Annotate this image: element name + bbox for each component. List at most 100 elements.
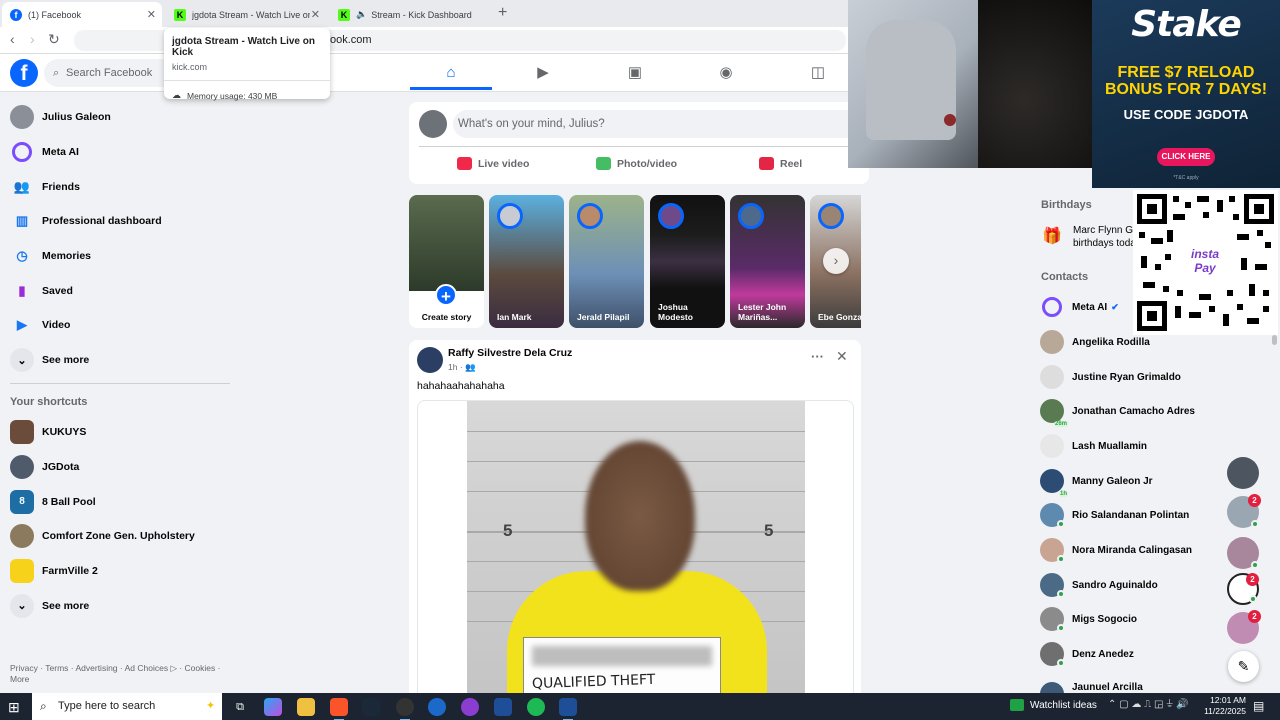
forward-icon[interactable]: ›: [30, 31, 35, 47]
new-message-icon[interactable]: ✎: [1228, 651, 1259, 682]
sidebar-item-video[interactable]: ▶ Video: [0, 308, 240, 343]
marketplace-icon[interactable]: ▣: [624, 62, 646, 84]
close-icon[interactable]: ✕: [147, 8, 156, 21]
contact-name: Sandro Aguinaldo: [1072, 579, 1158, 591]
contact-name: Manny Galeon Jr: [1072, 475, 1153, 487]
chevron-right-icon[interactable]: ›: [823, 248, 849, 274]
avatar[interactable]: [419, 110, 447, 138]
post-image[interactable]: 5 5 QUALIFIED THEFT: [417, 400, 854, 700]
create-story-card[interactable]: + Create story: [409, 195, 484, 328]
vscode-icon[interactable]: [559, 698, 577, 720]
sidebar-item-friends[interactable]: 👥 Friends: [0, 169, 240, 204]
taskbar-clock[interactable]: 12:01 AM 11/22/2025: [1198, 695, 1246, 717]
placard-text: QUALIFIED THEFT: [531, 671, 656, 693]
app-icon[interactable]: [428, 698, 446, 716]
photo-video-button[interactable]: Photo/video: [596, 157, 677, 170]
stake-ad: Stake FREE $7 RELOAD BONUS FOR 7 DAYS! U…: [1092, 0, 1280, 188]
sidebar-item-profile[interactable]: Julius Galeon: [0, 100, 240, 135]
app-icon[interactable]: [461, 698, 479, 716]
shortcut-item[interactable]: Comfort Zone Gen. Upholstery: [0, 519, 240, 554]
whats-on-your-mind-input[interactable]: What's on your mind, Julius?: [453, 110, 863, 138]
instapay-logo: insta Pay: [1179, 240, 1231, 284]
home-icon[interactable]: ⌂: [440, 62, 462, 84]
obs-icon[interactable]: [396, 698, 414, 720]
copilot-icon[interactable]: [264, 698, 282, 716]
taskbar-search-input[interactable]: ⌕ Type here to search ✦: [32, 693, 222, 720]
sidebar-item-dashboard[interactable]: ▥ Professional dashboard: [0, 204, 240, 239]
post-author[interactable]: Raffy Silvestre Dela Cruz: [448, 347, 572, 359]
spotify-icon[interactable]: [527, 698, 545, 716]
divider: [10, 383, 230, 384]
contact-item[interactable]: Justine Ryan Grimaldo: [1040, 360, 1270, 395]
sidebar-item-saved[interactable]: ▮ Saved: [0, 273, 240, 308]
steam-icon[interactable]: [362, 698, 380, 716]
live-video-button[interactable]: Live video: [457, 157, 529, 170]
brave-browser-icon[interactable]: [330, 698, 348, 720]
vscode-icon[interactable]: [494, 698, 512, 716]
kick-icon: K: [174, 8, 186, 21]
chat-head[interactable]: 2: [1227, 494, 1261, 528]
sidebar-item-memories[interactable]: ◷ Memories: [0, 239, 240, 274]
shortcut-item[interactable]: FarmVille 2: [0, 554, 240, 589]
chat-head[interactable]: [1227, 537, 1259, 569]
farmville-icon: [10, 559, 34, 584]
groups-icon[interactable]: ◉: [715, 62, 737, 84]
tab-facebook[interactable]: f (1) Facebook ✕: [2, 2, 162, 27]
feed-post: Raffy Silvestre Dela Cruz 1h · 👥 ··· ✕ h…: [409, 340, 861, 700]
close-icon[interactable]: ✕: [836, 348, 848, 365]
online-indicator: [1057, 590, 1065, 599]
avatar[interactable]: [417, 347, 443, 373]
tab-jgdota-stream[interactable]: K jgdota Stream - Watch Live on K ✕: [166, 2, 326, 27]
windows-start-icon[interactable]: ⊞: [8, 699, 20, 716]
back-icon[interactable]: ‹: [10, 31, 15, 47]
contact-item[interactable]: 26m Jonathan Camacho Adres: [1040, 394, 1270, 429]
8-ball-icon: 8: [10, 489, 34, 514]
chat-head[interactable]: 2: [1227, 573, 1259, 605]
story-avatar: [818, 203, 844, 229]
speaker-icon[interactable]: 🔈: [356, 9, 367, 20]
birthday-notice[interactable]: Marc Flynn G birthdays toda: [1073, 224, 1133, 250]
more-options-icon[interactable]: ···: [811, 349, 824, 364]
story-avatar: [658, 203, 684, 229]
gift-icon: 🎁: [1042, 228, 1062, 245]
avatar: [1040, 503, 1065, 529]
shortcut-item[interactable]: 8 8 Ball Pool: [0, 484, 240, 519]
story-card[interactable]: Joshua Modesto: [650, 195, 725, 328]
chat-head[interactable]: 2: [1227, 610, 1261, 644]
video-icon[interactable]: ▶: [532, 62, 554, 84]
avatar: 26m: [1040, 399, 1068, 428]
shortcut-item[interactable]: JGDota: [0, 450, 240, 485]
sidebar-item-meta-ai[interactable]: Meta AI: [0, 135, 240, 170]
story-card[interactable]: Lester John Mariñas...: [730, 195, 805, 328]
facebook-icon: f: [10, 8, 22, 21]
chat-head[interactable]: [1227, 457, 1259, 489]
gaming-icon[interactable]: ◫: [807, 62, 829, 84]
tab-kick-dashboard[interactable]: K 🔈 Stream - Kick Dashboard: [330, 2, 490, 27]
close-icon[interactable]: ✕: [311, 8, 320, 21]
avatar: 1h: [1040, 469, 1068, 498]
post-timestamp[interactable]: 1h · 👥: [448, 362, 476, 373]
avatar: [1040, 682, 1064, 693]
file-explorer-icon[interactable]: [297, 698, 315, 716]
scrollbar[interactable]: [1272, 335, 1277, 345]
shortcuts-see-more[interactable]: ⌄ See more: [0, 588, 240, 623]
friends-icon: 👥: [13, 178, 31, 194]
reload-icon[interactable]: ↻: [48, 31, 60, 48]
sidebar-see-more[interactable]: ⌄ See more: [0, 343, 240, 378]
story-card[interactable]: Jerald Pilapil: [569, 195, 644, 328]
facebook-logo[interactable]: f: [10, 59, 38, 87]
system-tray[interactable]: ⌃ ▢ ☁ ⎍ ◲ ⏚ 🔊: [1108, 699, 1189, 710]
sidebar-item-label: Memories: [42, 250, 92, 263]
chevron-down-icon: ⌄: [10, 593, 34, 618]
notification-icon[interactable]: ▤: [1253, 699, 1264, 713]
story-card[interactable]: Ian Mark: [489, 195, 564, 328]
task-view-icon[interactable]: ⧉: [231, 698, 249, 716]
reel-button[interactable]: Reel: [759, 157, 802, 170]
shortcut-item[interactable]: KUKUYS: [0, 415, 240, 450]
left-sidebar: Julius Galeon Meta AI 👥 Friends ▥ Profes…: [0, 100, 240, 378]
footer-links[interactable]: Privacy · Terms · Advertising · Ad Choic…: [10, 663, 230, 685]
new-tab-button[interactable]: +: [498, 4, 507, 22]
meta-ai-icon: [12, 142, 32, 163]
mugshot-photo: 5 5 QUALIFIED THEFT: [467, 401, 805, 699]
watchlist-widget[interactable]: Watchlist ideas: [1010, 699, 1097, 711]
